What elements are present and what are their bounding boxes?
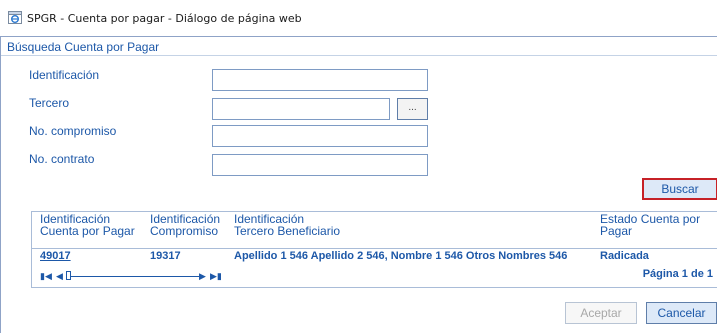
compromiso-cell: 19317 <box>150 250 181 262</box>
tercero-input[interactable] <box>212 98 390 120</box>
header-estado[interactable]: Estado Cuenta por Pagar <box>600 213 700 237</box>
page-slider-track[interactable] <box>70 276 199 277</box>
compromiso-label: No. compromiso <box>29 124 117 138</box>
grid-pager: ▮◀ ◀ ▶ ▶▮ Página 1 de 1 <box>32 265 717 287</box>
window-titlebar: SPGR - Cuenta por pagar - Diálogo de pág… <box>0 0 717 36</box>
page-label: Página 1 de 1 <box>642 268 713 280</box>
aceptar-button[interactable]: Aceptar <box>565 302 637 324</box>
identificacion-input[interactable] <box>212 69 428 91</box>
dialog-content: Búsqueda Cuenta por Pagar Identificación… <box>0 36 717 333</box>
tercero-lookup-button[interactable]: ... <box>397 98 428 120</box>
tercero-cell: Apellido 1 546 Apellido 2 546, Nombre 1 … <box>234 250 568 262</box>
results-grid: Identificación Cuenta por Pagar Identific… <box>31 211 717 288</box>
contrato-label: No. contrato <box>29 152 95 166</box>
estado-cell: Radicada <box>600 250 649 262</box>
prev-page-icon[interactable]: ◀ <box>56 271 63 281</box>
cancelar-button[interactable]: Cancelar <box>646 302 717 324</box>
header-cuenta[interactable]: Identificación Cuenta por Pagar <box>40 213 135 237</box>
cuenta-link[interactable]: 49017 <box>40 250 71 262</box>
identificacion-label: Identificación <box>29 68 100 82</box>
section-title: Búsqueda Cuenta por Pagar <box>1 39 717 56</box>
last-page-icon[interactable]: ▶▮ <box>210 271 222 281</box>
contrato-input[interactable] <box>212 154 428 176</box>
compromiso-input[interactable] <box>212 125 428 147</box>
header-tercero[interactable]: Identificación Tercero Beneficiario <box>234 213 340 237</box>
page-slider-thumb[interactable] <box>66 271 71 280</box>
first-page-icon[interactable]: ▮◀ <box>40 271 52 281</box>
header-compromiso[interactable]: Identificación Compromiso <box>150 213 220 237</box>
grid-header: Identificación Cuenta por Pagar Identific… <box>32 212 717 249</box>
next-page-icon[interactable]: ▶ <box>199 271 206 281</box>
internet-explorer-icon <box>8 11 22 24</box>
tercero-label: Tercero <box>29 96 70 110</box>
buscar-button[interactable]: Buscar <box>642 178 717 200</box>
window-title: SPGR - Cuenta por pagar - Diálogo de pág… <box>27 12 302 25</box>
